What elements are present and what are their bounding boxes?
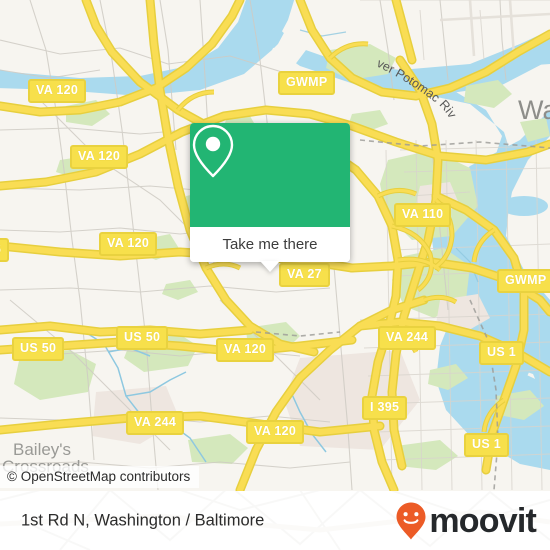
road-shield-va120-d[interactable]: VA 120	[216, 338, 275, 362]
road-shield-i395[interactable]: I 395	[362, 396, 408, 420]
road-shield-gwmp-a[interactable]: GWMP	[278, 71, 336, 95]
road-shield-va120-e[interactable]: VA 120	[246, 420, 305, 444]
popup-card-tail	[260, 261, 280, 272]
road-shield-gwmp-b[interactable]: GWMP	[497, 269, 550, 293]
map-pin-icon	[192, 124, 234, 178]
road-shield-va27[interactable]: VA 27	[279, 263, 330, 287]
road-shield-us1-b[interactable]: US 1	[464, 433, 509, 457]
footer-bar: 1st Rd N, Washington / Baltimore moovit	[0, 491, 550, 550]
moovit-wordmark: moovit	[429, 501, 536, 540]
road-shield-us50-a[interactable]: US 50	[12, 337, 65, 361]
moovit-map-page: ver Potomac Riv Wa Bailey's Crossroads V…	[0, 0, 550, 550]
road-shield-va120-c[interactable]: VA 120	[99, 232, 158, 256]
road-shield-va244-b[interactable]: VA 244	[378, 326, 437, 350]
take-me-there-popup-card[interactable]: Take me there	[190, 123, 350, 272]
popup-card-header	[190, 123, 350, 227]
road-shield-va120-b[interactable]: VA 120	[70, 145, 129, 169]
osm-attribution[interactable]: © OpenStreetMap contributors	[0, 466, 200, 488]
road-shield-partial[interactable]: 6	[0, 238, 10, 262]
road-shield-va120-a[interactable]: VA 120	[28, 79, 87, 103]
moovit-smiley-pin-icon	[396, 502, 426, 539]
moovit-logo[interactable]: moovit	[395, 501, 537, 541]
map-canvas[interactable]: ver Potomac Riv Wa Bailey's Crossroads V…	[0, 0, 550, 491]
road-shield-va110[interactable]: VA 110	[394, 203, 452, 227]
road-shield-us1-a[interactable]: US 1	[479, 341, 524, 365]
popup-card-action-label[interactable]: Take me there	[190, 227, 350, 262]
road-shield-us50-b[interactable]: US 50	[116, 326, 169, 350]
location-title: 1st Rd N, Washington / Baltimore	[21, 511, 265, 529]
road-shield-va244-a[interactable]: VA 244	[126, 411, 185, 435]
